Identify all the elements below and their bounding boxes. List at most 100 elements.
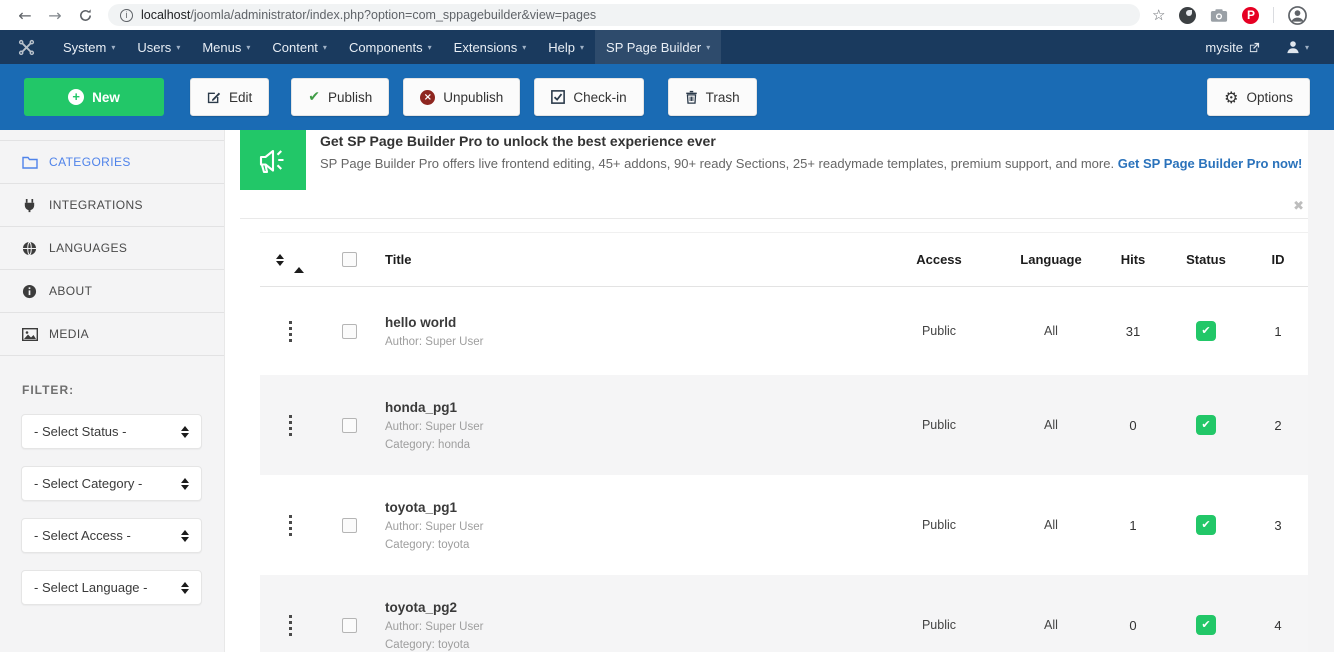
url-text: localhost/joomla/administrator/index.php… <box>141 8 596 22</box>
chevron-down-icon: ▾ <box>522 43 526 52</box>
row-id: 2 <box>1248 418 1308 433</box>
row-access: Public <box>878 618 1000 632</box>
bookmark-star-icon[interactable]: ☆ <box>1152 6 1165 24</box>
row-author: Author: Super User <box>385 621 878 633</box>
admin-menu-item[interactable]: Users ▾ <box>126 30 191 64</box>
admin-menu-item[interactable]: Components ▾ <box>338 30 443 64</box>
user-icon <box>1286 40 1300 54</box>
row-hits: 31 <box>1102 324 1164 339</box>
pages-table: Title Access Language Hits Status ID hel… <box>260 232 1308 652</box>
close-icon[interactable]: ✖ <box>1293 199 1304 214</box>
publish-button[interactable]: ✔ Publish <box>291 78 389 116</box>
sidebar-item-categories[interactable]: CATEGORIES <box>0 141 224 184</box>
edit-button[interactable]: Edit <box>190 78 269 116</box>
header-status[interactable]: Status <box>1164 252 1248 267</box>
image-icon <box>22 328 40 341</box>
row-hits: 0 <box>1102 418 1164 433</box>
admin-menu-item[interactable]: Extensions ▾ <box>443 30 538 64</box>
page-title-link[interactable]: hello world <box>385 315 456 330</box>
table-row: toyota_pg1 Author: Super User Category: … <box>260 475 1308 575</box>
address-bar[interactable]: i localhost/joomla/administrator/index.p… <box>108 4 1140 26</box>
status-published-toggle[interactable]: ✔ <box>1196 515 1216 535</box>
header-title[interactable]: Title <box>378 252 878 267</box>
drag-handle-icon[interactable] <box>289 319 292 343</box>
row-checkbox[interactable] <box>342 518 357 533</box>
divider <box>1273 7 1274 23</box>
gear-icon: ⚙ <box>1224 88 1238 107</box>
browser-back-button[interactable]: ← <box>10 6 40 25</box>
browser-forward-button[interactable]: → <box>40 6 70 25</box>
user-menu[interactable]: ▾ <box>1275 40 1320 54</box>
get-pro-link[interactable]: Get SP Page Builder Pro now! <box>1118 156 1303 171</box>
camera-extension-icon[interactable] <box>1210 8 1228 23</box>
globe-icon <box>22 241 40 256</box>
page-title-link[interactable]: honda_pg1 <box>385 400 457 415</box>
row-checkbox[interactable] <box>342 324 357 339</box>
browser-profile-avatar[interactable] <box>1288 6 1307 25</box>
extension-icon[interactable] <box>1179 7 1196 24</box>
checkin-button[interactable]: Check-in <box>534 78 643 116</box>
checkbox-check-icon <box>551 90 565 104</box>
chevron-down-icon: ▾ <box>1305 43 1309 52</box>
page-info-icon[interactable]: i <box>120 9 133 22</box>
pages-table-body: hello world Author: Super User Public Al… <box>260 287 1308 652</box>
drag-handle-icon[interactable] <box>289 413 292 437</box>
joomla-logo-icon[interactable] <box>0 30 52 64</box>
row-category: Category: toyota <box>385 539 878 551</box>
row-access: Public <box>878 418 1000 432</box>
page-title-link[interactable]: toyota_pg1 <box>385 500 457 515</box>
drag-handle-icon[interactable] <box>289 513 292 537</box>
drag-handle-icon[interactable] <box>289 613 292 637</box>
status-published-toggle[interactable]: ✔ <box>1196 321 1216 341</box>
table-row: honda_pg1 Author: Super User Category: h… <box>260 375 1308 475</box>
sort-ordering-icon[interactable] <box>276 254 284 266</box>
select-updown-icon <box>181 426 189 438</box>
row-checkbox[interactable] <box>342 618 357 633</box>
header-hits[interactable]: Hits <box>1102 252 1164 267</box>
chevron-down-icon: ▾ <box>580 43 584 52</box>
new-button[interactable]: + New <box>24 78 164 116</box>
options-button[interactable]: ⚙ Options <box>1207 78 1310 116</box>
filter-select[interactable]: - Select Language - <box>21 570 202 605</box>
view-site-link[interactable]: mysite <box>1194 40 1271 55</box>
check-icon: ✔ <box>308 89 320 105</box>
sort-ascending-icon[interactable] <box>294 252 304 267</box>
status-published-toggle[interactable]: ✔ <box>1196 615 1216 635</box>
row-language: All <box>1000 418 1102 432</box>
browser-reload-button[interactable] <box>70 8 100 23</box>
right-gutter <box>1308 130 1334 652</box>
chevron-down-icon: ▾ <box>706 43 710 52</box>
admin-menu-item[interactable]: Help ▾ <box>537 30 595 64</box>
select-updown-icon <box>181 582 189 594</box>
menu-sp-page-builder[interactable]: SP Page Builder▾ <box>595 30 721 64</box>
sidebar-item-about[interactable]: ABOUT <box>0 270 224 313</box>
page-title-link[interactable]: toyota_pg2 <box>385 600 457 615</box>
filter-select[interactable]: - Select Category - <box>21 466 202 501</box>
status-published-toggle[interactable]: ✔ <box>1196 415 1216 435</box>
table-row: toyota_pg2 Author: Super User Category: … <box>260 575 1308 652</box>
banner-title: Get SP Page Builder Pro to unlock the be… <box>320 133 1302 149</box>
row-hits: 0 <box>1102 618 1164 633</box>
header-language[interactable]: Language <box>1000 252 1102 267</box>
pinterest-extension-icon[interactable]: P <box>1242 7 1259 24</box>
url-path: /joomla/administrator/index.php?option=c… <box>190 8 596 22</box>
filter-select[interactable]: - Select Access - <box>21 518 202 553</box>
info-icon <box>22 284 40 299</box>
external-link-icon <box>1249 42 1260 53</box>
row-category: Category: honda <box>385 439 878 451</box>
admin-menu-item[interactable]: Content ▾ <box>261 30 338 64</box>
sidebar-item-languages[interactable]: LANGUAGES <box>0 227 224 270</box>
admin-menu-item[interactable]: Menus ▾ <box>191 30 261 64</box>
sidebar-item-media[interactable]: MEDIA <box>0 313 224 356</box>
unpublish-button[interactable]: × Unpublish <box>403 78 520 116</box>
filter-select[interactable]: - Select Status - <box>21 414 202 449</box>
trash-button[interactable]: Trash <box>668 78 757 116</box>
select-all-checkbox[interactable] <box>342 252 357 267</box>
header-access[interactable]: Access <box>878 252 1000 267</box>
admin-menu-item[interactable]: System ▾ <box>52 30 126 64</box>
sidebar-item-integrations[interactable]: INTEGRATIONS <box>0 184 224 227</box>
row-checkbox[interactable] <box>342 418 357 433</box>
header-id[interactable]: ID <box>1248 252 1308 267</box>
chevron-down-icon: ▾ <box>176 43 180 52</box>
row-author: Author: Super User <box>385 521 878 533</box>
